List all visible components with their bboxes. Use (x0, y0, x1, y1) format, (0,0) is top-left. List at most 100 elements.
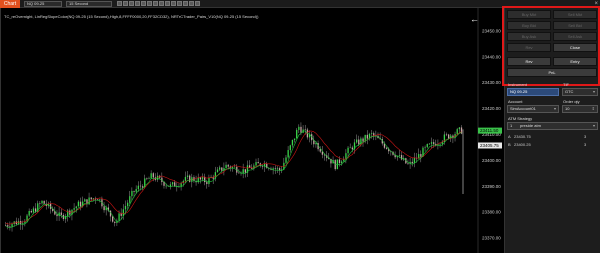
atm-strategy-select[interactable]: 1 preside atm ▾ (507, 122, 598, 130)
candle-down (445, 134, 448, 136)
candle-up (148, 178, 150, 180)
strategies-icon[interactable] (153, 1, 158, 6)
candle-down (385, 147, 388, 149)
zoom-in-icon[interactable] (135, 1, 140, 6)
candle-up (315, 143, 317, 145)
candle-up (32, 208, 35, 213)
candle-down (304, 129, 306, 131)
indicators-icon[interactable] (147, 1, 152, 6)
candle-up (75, 206, 77, 209)
instrument-label: Instrument (508, 82, 527, 87)
candle-down (351, 147, 354, 150)
tif-value: GTC (565, 89, 574, 94)
candle-up (124, 206, 127, 210)
candle-down (90, 197, 92, 200)
tif-select[interactable]: GTC ▾ (562, 88, 598, 96)
candle-down (274, 168, 276, 169)
order-qty-stepper[interactable]: 10 ⇕ (562, 105, 598, 113)
candle-up (293, 138, 296, 140)
tif-label: TIF (563, 82, 569, 87)
highlight-box (502, 6, 600, 86)
candle-up (242, 169, 244, 174)
candle-up (73, 208, 75, 210)
candle-up (184, 176, 187, 181)
position-price: 23430.75 (514, 134, 531, 139)
candle-down (227, 164, 229, 167)
price-axis-label: 23390.00 (482, 184, 501, 189)
price-axis-label: 23440.00 (482, 54, 501, 59)
cursor-icon[interactable] (129, 1, 134, 6)
candle-down (411, 161, 413, 164)
candle-down (7, 225, 9, 227)
candle-up (84, 199, 86, 202)
candle-up (426, 144, 428, 148)
properties-icon[interactable] (165, 1, 170, 6)
order-qty-value: 10 (565, 106, 570, 111)
data-box-icon[interactable] (171, 1, 176, 6)
candle-up (347, 147, 349, 154)
candle-up (58, 212, 60, 217)
position-qty: 3 (584, 134, 587, 139)
candle-up (398, 155, 401, 156)
candle-up (240, 173, 242, 174)
templates-icon[interactable] (159, 1, 164, 6)
price-axis-label: 23430.00 (482, 80, 501, 85)
candle-up (458, 127, 461, 130)
candle-down (334, 160, 336, 170)
candle-down (152, 173, 154, 178)
share-icon[interactable] (189, 1, 194, 6)
instrument-selector[interactable]: NQ 09-25 (24, 1, 62, 7)
instrument-field[interactable]: NQ 09-25 (507, 88, 559, 96)
candle-up (291, 139, 294, 146)
candle-down (300, 126, 302, 133)
secondary-price-label: 23405.75 (480, 143, 499, 148)
back-arrow-icon[interactable]: ← (470, 15, 479, 24)
candle-down (238, 172, 240, 174)
candle-down (39, 203, 41, 204)
position-qty: 3 (584, 142, 587, 147)
candle-up (430, 142, 433, 144)
candle-down (141, 186, 144, 188)
candle-down (5, 225, 7, 226)
candle-down (103, 206, 105, 211)
chart-canvas[interactable]: 23450.0023440.0023430.0023420.0023410.00… (0, 8, 504, 253)
snapshot-icon[interactable] (183, 1, 188, 6)
candle-up (208, 177, 210, 184)
candle-up (234, 166, 236, 168)
candle-down (221, 167, 223, 171)
order-qty-label: Order qty (563, 99, 580, 104)
candle-down (56, 214, 58, 217)
candle-up (88, 197, 90, 205)
candle-down (133, 190, 135, 192)
candle-up (341, 161, 343, 164)
position-price: 23400.25 (514, 142, 531, 147)
drawing-icon[interactable] (123, 1, 128, 6)
candle-up (276, 168, 279, 169)
account-select[interactable]: SimAccount01 ▾ (507, 105, 559, 113)
candle-down (30, 210, 32, 213)
candle-down (407, 163, 409, 164)
chart-trader-panel: Buy Mkt Sell Mkt Buy Bid Sell Bid Buy Ask Sel… (502, 6, 600, 253)
zoom-out-icon[interactable] (141, 1, 146, 6)
candle-up (165, 185, 167, 187)
candle-down (114, 221, 116, 223)
candle-up (197, 177, 199, 183)
interval-selector[interactable]: 15 Second (66, 1, 112, 7)
chart-title: TC_reOvernight, LinRegSlopeColor(NQ 09-2… (4, 14, 259, 19)
price-axis-label: 23370.00 (482, 236, 501, 241)
candle-down (34, 208, 37, 212)
bars-icon[interactable] (117, 1, 122, 6)
chart-trader-icon[interactable] (177, 1, 182, 6)
stepper-icon[interactable]: ⇕ (592, 106, 595, 112)
candle-down (244, 169, 247, 173)
candle-up (99, 199, 101, 201)
candle-down (338, 159, 341, 164)
price-chart[interactable]: 23450.00 23440.00 23430.00 23420.00 23410.00… (0, 8, 504, 253)
account-value: SimAccount01 (510, 106, 536, 111)
chevron-down-icon: ▾ (592, 123, 595, 128)
chart-tab[interactable]: Chart (0, 0, 20, 8)
toolbar-icons (117, 1, 201, 7)
candle-down (43, 200, 45, 204)
candle-up (456, 129, 458, 135)
link-icon[interactable] (195, 1, 200, 6)
